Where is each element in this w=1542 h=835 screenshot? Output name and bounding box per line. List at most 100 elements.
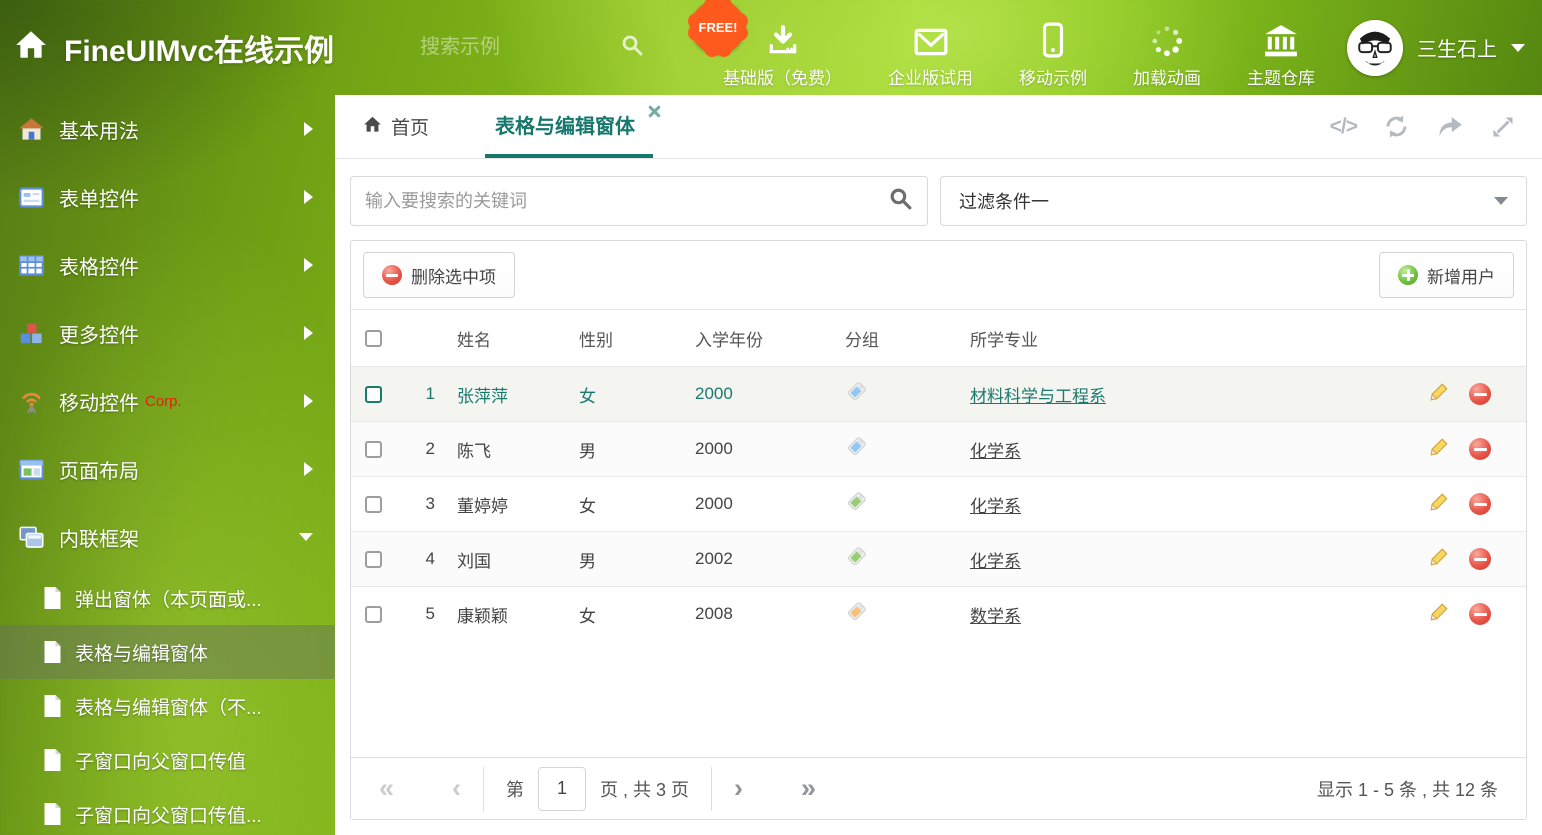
delete-row-icon[interactable] [1469, 438, 1491, 460]
chevron-right-icon [304, 462, 313, 476]
search-icon[interactable] [888, 186, 913, 216]
sidebar-item-label: 移动控件 [59, 387, 139, 416]
avatar [1347, 20, 1403, 76]
chevron-right-icon [304, 190, 313, 204]
col-header-group[interactable]: 分组 [845, 310, 960, 367]
brand[interactable]: FineUIMvc在线示例 [0, 26, 420, 70]
col-header-major[interactable]: 所学专业 [960, 310, 1394, 367]
open-new-window-icon[interactable] [1436, 114, 1464, 140]
page-icon [42, 802, 63, 826]
sidebar-item-label: 表单控件 [59, 183, 139, 212]
add-user-button[interactable]: 新增用户 [1379, 252, 1514, 298]
nav-item-theme-store[interactable]: 主题仓库 [1247, 6, 1315, 89]
sidebar-subitem-grid-edit-window[interactable]: 表格与编辑窗体 [0, 625, 335, 679]
page-icon [42, 694, 63, 718]
row-checkbox[interactable] [365, 606, 382, 623]
sidebar-subitem-grid-edit-window-no[interactable]: 表格与编辑窗体（不... [0, 679, 335, 733]
first-page-button[interactable]: « [379, 773, 394, 804]
delete-row-icon[interactable] [1469, 383, 1491, 405]
minus-circle-icon [382, 265, 402, 285]
cell-gender: 男 [575, 532, 695, 587]
nav-item-mobile-demo[interactable]: 移动示例 [1019, 6, 1087, 89]
sidebar-item-page-layout[interactable]: 页面布局 [0, 435, 335, 503]
header-search-input[interactable] [420, 36, 550, 59]
main-content: 首页 表格与编辑窗体 </> 过滤条件一 [335, 95, 1542, 835]
user-name: 三生石上 [1417, 33, 1497, 62]
chevron-down-icon [1511, 44, 1525, 52]
sidebar-item-iframe[interactable]: 内联框架 [0, 503, 335, 571]
tab-grid-edit-window[interactable]: 表格与编辑窗体 [485, 95, 653, 158]
sidebar-item-label: 页面布局 [59, 455, 139, 484]
sidebar-subitem-child-to-parent-2[interactable]: 子窗口向父窗口传值... [0, 787, 335, 835]
sidebar: 基本用法 表单控件 表格控件 更多控件 移动控件 Corp. 页面布局 [0, 95, 335, 835]
last-page-button[interactable]: » [801, 773, 816, 804]
filter-dropdown[interactable]: 过滤条件一 [940, 176, 1527, 226]
delete-row-icon[interactable] [1469, 493, 1491, 515]
chevron-right-icon [304, 122, 313, 136]
row-checkbox[interactable] [365, 386, 382, 403]
major-link[interactable]: 数学系 [970, 607, 1021, 626]
table-row[interactable]: 5 康颖颖 女 2008 数学系 [351, 587, 1526, 642]
col-header-year[interactable]: 入学年份 [695, 310, 845, 367]
delete-selected-button[interactable]: 删除选中项 [363, 252, 515, 298]
edit-pencil-icon[interactable] [1429, 437, 1449, 462]
users-table: 姓名 性别 入学年份 分组 所学专业 1 张萍萍 女 2000 [351, 309, 1526, 642]
cell-name: 张萍萍 [445, 367, 575, 422]
delete-row-icon[interactable] [1469, 548, 1491, 570]
sidebar-item-mobile-controls[interactable]: 移动控件 Corp. [0, 367, 335, 435]
delete-row-icon[interactable] [1469, 603, 1491, 625]
major-link[interactable]: 化学系 [970, 442, 1021, 461]
major-link[interactable]: 化学系 [970, 497, 1021, 516]
table-row[interactable]: 3 董婷婷 女 2000 化学系 [351, 477, 1526, 532]
prev-page-button[interactable]: ‹ [452, 773, 461, 804]
next-page-button[interactable]: › [734, 773, 743, 804]
tab-label: 首页 [391, 113, 429, 140]
frames-icon [18, 524, 45, 551]
form-icon [18, 184, 45, 211]
free-badge: FREE! [691, 0, 745, 54]
header-nav: FREE! 基础版（免费） 企业版试用 移动示例 加载动画 [723, 6, 1315, 89]
sidebar-subitem-child-to-parent[interactable]: 子窗口向父窗口传值 [0, 733, 335, 787]
cell-gender: 女 [575, 477, 695, 532]
close-icon[interactable] [648, 105, 661, 118]
search-icon[interactable] [620, 33, 644, 62]
nav-item-loading-anim[interactable]: 加载动画 [1133, 6, 1201, 89]
table-row[interactable]: 4 刘国 男 2002 化学系 [351, 532, 1526, 587]
sidebar-item-more-controls[interactable]: 更多控件 [0, 299, 335, 367]
edit-pencil-icon[interactable] [1429, 382, 1449, 407]
col-header-gender[interactable]: 性别 [575, 310, 695, 367]
row-checkbox[interactable] [365, 551, 382, 568]
edit-pencil-icon[interactable] [1429, 547, 1449, 572]
nav-item-enterprise-trial[interactable]: 企业版试用 [888, 6, 973, 89]
fullscreen-icon[interactable] [1490, 114, 1516, 140]
select-all-checkbox[interactable] [365, 330, 382, 347]
mobile-icon [1042, 22, 1064, 58]
tab-home[interactable]: 首页 [359, 95, 433, 158]
sidebar-item-basic-usage[interactable]: 基本用法 [0, 95, 335, 163]
sidebar-item-grid-controls[interactable]: 表格控件 [0, 231, 335, 299]
table-row[interactable]: 1 张萍萍 女 2000 材料科学与工程系 [351, 367, 1526, 422]
edit-pencil-icon[interactable] [1429, 602, 1449, 627]
row-checkbox[interactable] [365, 441, 382, 458]
keyword-search-input[interactable] [365, 191, 888, 212]
major-link[interactable]: 材料科学与工程系 [970, 387, 1106, 406]
nav-label: 加载动画 [1133, 64, 1201, 89]
source-code-icon[interactable]: </> [1330, 115, 1357, 139]
major-link[interactable]: 化学系 [970, 552, 1021, 571]
edit-pencil-icon[interactable] [1429, 492, 1449, 517]
row-checkbox[interactable] [365, 496, 382, 513]
sidebar-subitem-popup-window[interactable]: 弹出窗体（本页面或... [0, 571, 335, 625]
filter-row: 过滤条件一 [350, 176, 1527, 226]
refresh-icon[interactable] [1383, 113, 1410, 140]
page-number-input[interactable] [538, 767, 586, 811]
row-number: 1 [397, 367, 445, 422]
cell-name: 董婷婷 [445, 477, 575, 532]
user-menu[interactable]: 三生石上 [1347, 20, 1525, 76]
sidebar-item-form-controls[interactable]: 表单控件 [0, 163, 335, 231]
tag-icon [845, 490, 868, 513]
col-header-name[interactable]: 姓名 [445, 310, 575, 367]
tag-icon [845, 435, 868, 458]
tag-icon [845, 545, 868, 568]
table-row[interactable]: 2 陈飞 男 2000 化学系 [351, 422, 1526, 477]
chevron-down-icon [299, 533, 313, 541]
